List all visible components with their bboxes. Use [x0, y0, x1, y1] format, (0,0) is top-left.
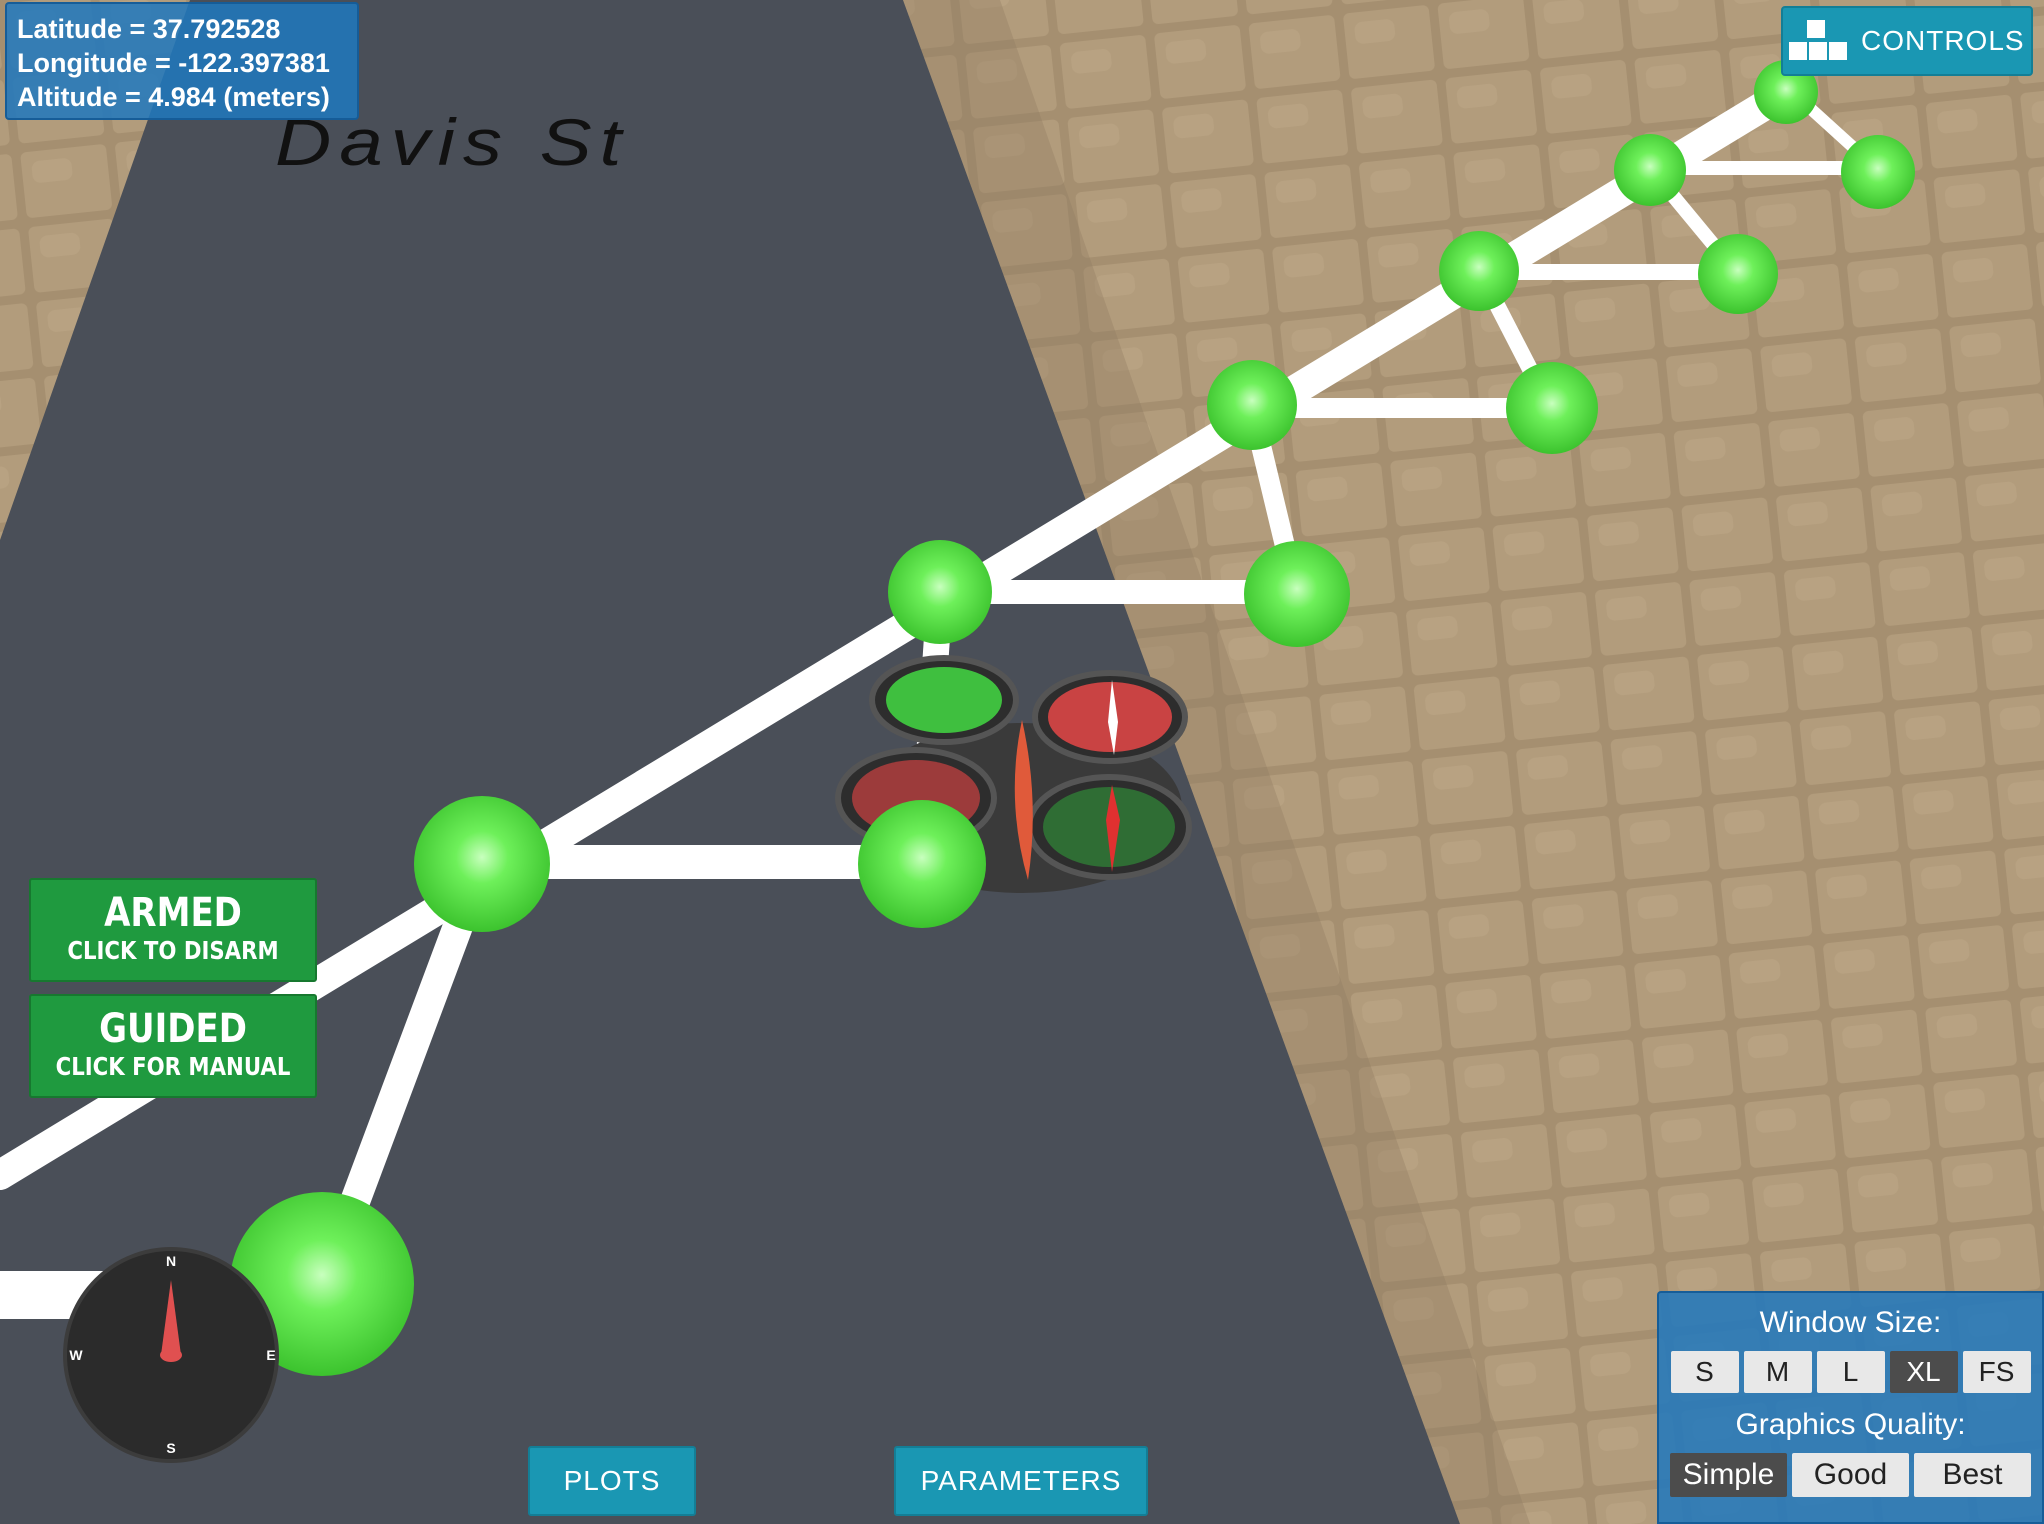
window-size-s-button[interactable]: S [1670, 1351, 1739, 1393]
compass-s: S [166, 1440, 175, 1456]
guided-button[interactable]: GUIDED CLICK FOR MANUAL [29, 994, 317, 1098]
compass: N S E W [63, 1247, 279, 1463]
quality-good-button[interactable]: Good [1792, 1453, 1909, 1497]
altitude-readout: Altitude = 4.984 (meters) [17, 82, 330, 112]
guided-subtitle: CLICK FOR MANUAL [55, 1052, 291, 1081]
compass-w: W [69, 1347, 83, 1363]
plots-button[interactable]: PLOTS [528, 1446, 696, 1516]
window-size-m-button[interactable]: M [1743, 1351, 1812, 1393]
longitude-readout: Longitude = -122.397381 [17, 48, 330, 78]
window-settings-panel: Window Size: S M L XL FS Graphics Qualit… [1657, 1291, 2044, 1524]
compass-e: E [266, 1347, 275, 1363]
armed-button[interactable]: ARMED CLICK TO DISARM [29, 878, 317, 982]
grid-blocks-icon [1789, 20, 1847, 60]
window-size-xl-button[interactable]: XL [1889, 1351, 1958, 1393]
latitude-readout: Latitude = 37.792528 [17, 14, 281, 44]
guided-title: GUIDED [99, 1006, 247, 1052]
armed-title: ARMED [104, 890, 242, 936]
controls-label: CONTROLS [1861, 25, 2025, 56]
quality-simple-button[interactable]: Simple [1670, 1453, 1787, 1497]
graphics-quality-options: Simple Good Best [1659, 1453, 2042, 1497]
window-size-l-button[interactable]: L [1816, 1351, 1885, 1393]
window-size-options: S M L XL FS [1659, 1351, 2042, 1393]
quality-best-button[interactable]: Best [1914, 1453, 2031, 1497]
window-size-heading: Window Size: [1759, 1306, 1942, 1339]
telemetry-panel: Latitude = 37.792528 Longitude = -122.39… [5, 2, 359, 120]
graphics-quality-heading: Graphics Quality: [1735, 1408, 1966, 1441]
controls-button[interactable]: CONTROLS [1781, 6, 2033, 76]
compass-n: N [166, 1253, 176, 1269]
armed-subtitle: CLICK TO DISARM [67, 936, 279, 965]
parameters-button[interactable]: PARAMETERS [894, 1446, 1148, 1516]
window-size-fs-button[interactable]: FS [1962, 1351, 2031, 1393]
